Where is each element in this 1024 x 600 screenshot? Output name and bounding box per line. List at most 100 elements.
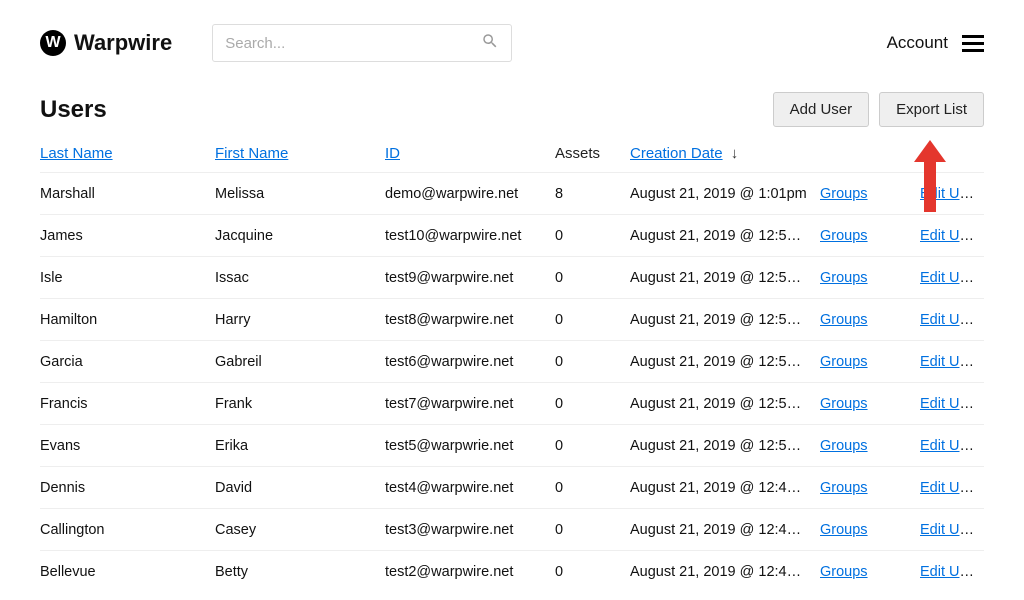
groups-link[interactable]: Groups [820,480,868,496]
hamburger-menu-icon[interactable] [962,35,984,52]
page-body: Users Add User Export List Last Name Fir… [0,92,1024,592]
cell-last-name: James [40,228,215,244]
cell-id: test4@warpwire.net [385,480,555,496]
groups-link[interactable]: Groups [820,522,868,538]
cell-last-name: Isle [40,270,215,286]
cell-created: August 21, 2019 @ 12:5… [630,354,820,370]
brand-name: Warpwire [74,30,172,56]
cell-first-name: Frank [215,396,385,412]
groups-link[interactable]: Groups [820,564,868,580]
page-head: Users Add User Export List [40,92,984,127]
cell-last-name: Evans [40,438,215,454]
col-assets: Assets [555,145,600,162]
cell-assets: 0 [555,438,630,454]
edit-user-link[interactable]: Edit User [920,396,980,412]
cell-assets: 8 [555,186,630,202]
groups-link[interactable]: Groups [820,228,868,244]
cell-first-name: Harry [215,312,385,328]
cell-first-name: Melissa [215,186,385,202]
add-user-button[interactable]: Add User [773,92,870,127]
table-row: GarciaGabreiltest6@warpwire.net0August 2… [40,340,984,382]
edit-user-link[interactable]: Edit User [920,312,980,328]
cell-created: August 21, 2019 @ 12:5… [630,270,820,286]
cell-created: August 21, 2019 @ 12:5… [630,438,820,454]
table-header-row: Last Name First Name ID Assets Creation … [40,145,984,172]
edit-user-link[interactable]: Edit User [920,228,980,244]
cell-id: test9@warpwire.net [385,270,555,286]
cell-last-name: Marshall [40,186,215,202]
cell-created: August 21, 2019 @ 12:5… [630,312,820,328]
app-header: W Warpwire Account [0,0,1024,82]
cell-created: August 21, 2019 @ 12:4… [630,480,820,496]
cell-assets: 0 [555,564,630,580]
search-box[interactable] [212,24,512,62]
edit-user-link[interactable]: Edit User [920,480,980,496]
export-list-button[interactable]: Export List [879,92,984,127]
search-icon[interactable] [481,32,499,55]
cell-assets: 0 [555,270,630,286]
groups-link[interactable]: Groups [820,312,868,328]
cell-created: August 21, 2019 @ 12:4… [630,564,820,580]
cell-first-name: Erika [215,438,385,454]
page-actions: Add User Export List [773,92,984,127]
annotation-arrow-icon [890,140,970,212]
table-row: DennisDavidtest4@warpwire.net0August 21,… [40,466,984,508]
cell-last-name: Dennis [40,480,215,496]
groups-link[interactable]: Groups [820,186,868,202]
cell-first-name: Betty [215,564,385,580]
cell-id: test6@warpwire.net [385,354,555,370]
cell-id: test8@warpwire.net [385,312,555,328]
cell-created: August 21, 2019 @ 1:01pm [630,186,820,202]
users-table: Last Name First Name ID Assets Creation … [40,145,984,592]
groups-link[interactable]: Groups [820,438,868,454]
edit-user-link[interactable]: Edit User [920,522,980,538]
cell-assets: 0 [555,522,630,538]
col-last-name[interactable]: Last Name [40,145,113,162]
cell-first-name: Jacquine [215,228,385,244]
sort-descending-icon: ↓ [731,145,739,162]
search-input[interactable] [225,35,481,52]
groups-link[interactable]: Groups [820,270,868,286]
cell-last-name: Hamilton [40,312,215,328]
table-row: FrancisFranktest7@warpwire.net0August 21… [40,382,984,424]
header-right: Account [887,33,984,53]
cell-id: test3@warpwire.net [385,522,555,538]
cell-id: test7@warpwire.net [385,396,555,412]
cell-first-name: David [215,480,385,496]
cell-id: test5@warpwrie.net [385,438,555,454]
page-title: Users [40,96,107,124]
cell-assets: 0 [555,396,630,412]
col-first-name[interactable]: First Name [215,145,288,162]
cell-last-name: Francis [40,396,215,412]
cell-id: demo@warpwire.net [385,186,555,202]
account-link[interactable]: Account [887,33,948,53]
cell-last-name: Bellevue [40,564,215,580]
cell-id: test2@warpwire.net [385,564,555,580]
cell-first-name: Casey [215,522,385,538]
edit-user-link[interactable]: Edit User [920,564,980,580]
table-row: CallingtonCaseytest3@warpwire.net0August… [40,508,984,550]
table-row: MarshallMelissademo@warpwire.net8August … [40,172,984,214]
cell-last-name: Garcia [40,354,215,370]
cell-created: August 21, 2019 @ 12:4… [630,522,820,538]
cell-first-name: Issac [215,270,385,286]
col-id[interactable]: ID [385,145,400,162]
cell-assets: 0 [555,480,630,496]
edit-user-link[interactable]: Edit User [920,354,980,370]
cell-created: August 21, 2019 @ 12:5… [630,396,820,412]
table-row: BellevueBettytest2@warpwire.net0August 2… [40,550,984,592]
table-row: IsleIssactest9@warpwire.net0August 21, 2… [40,256,984,298]
groups-link[interactable]: Groups [820,354,868,370]
col-creation-date[interactable]: Creation Date [630,145,723,162]
edit-user-link[interactable]: Edit User [920,270,980,286]
table-row: JamesJacquinetest10@warpwire.net0August … [40,214,984,256]
edit-user-link[interactable]: Edit User [920,438,980,454]
cell-first-name: Gabreil [215,354,385,370]
cell-last-name: Callington [40,522,215,538]
table-row: EvansErikatest5@warpwrie.net0August 21, … [40,424,984,466]
groups-link[interactable]: Groups [820,396,868,412]
cell-assets: 0 [555,354,630,370]
cell-assets: 0 [555,312,630,328]
cell-assets: 0 [555,228,630,244]
brand-logo[interactable]: W Warpwire [40,30,172,56]
